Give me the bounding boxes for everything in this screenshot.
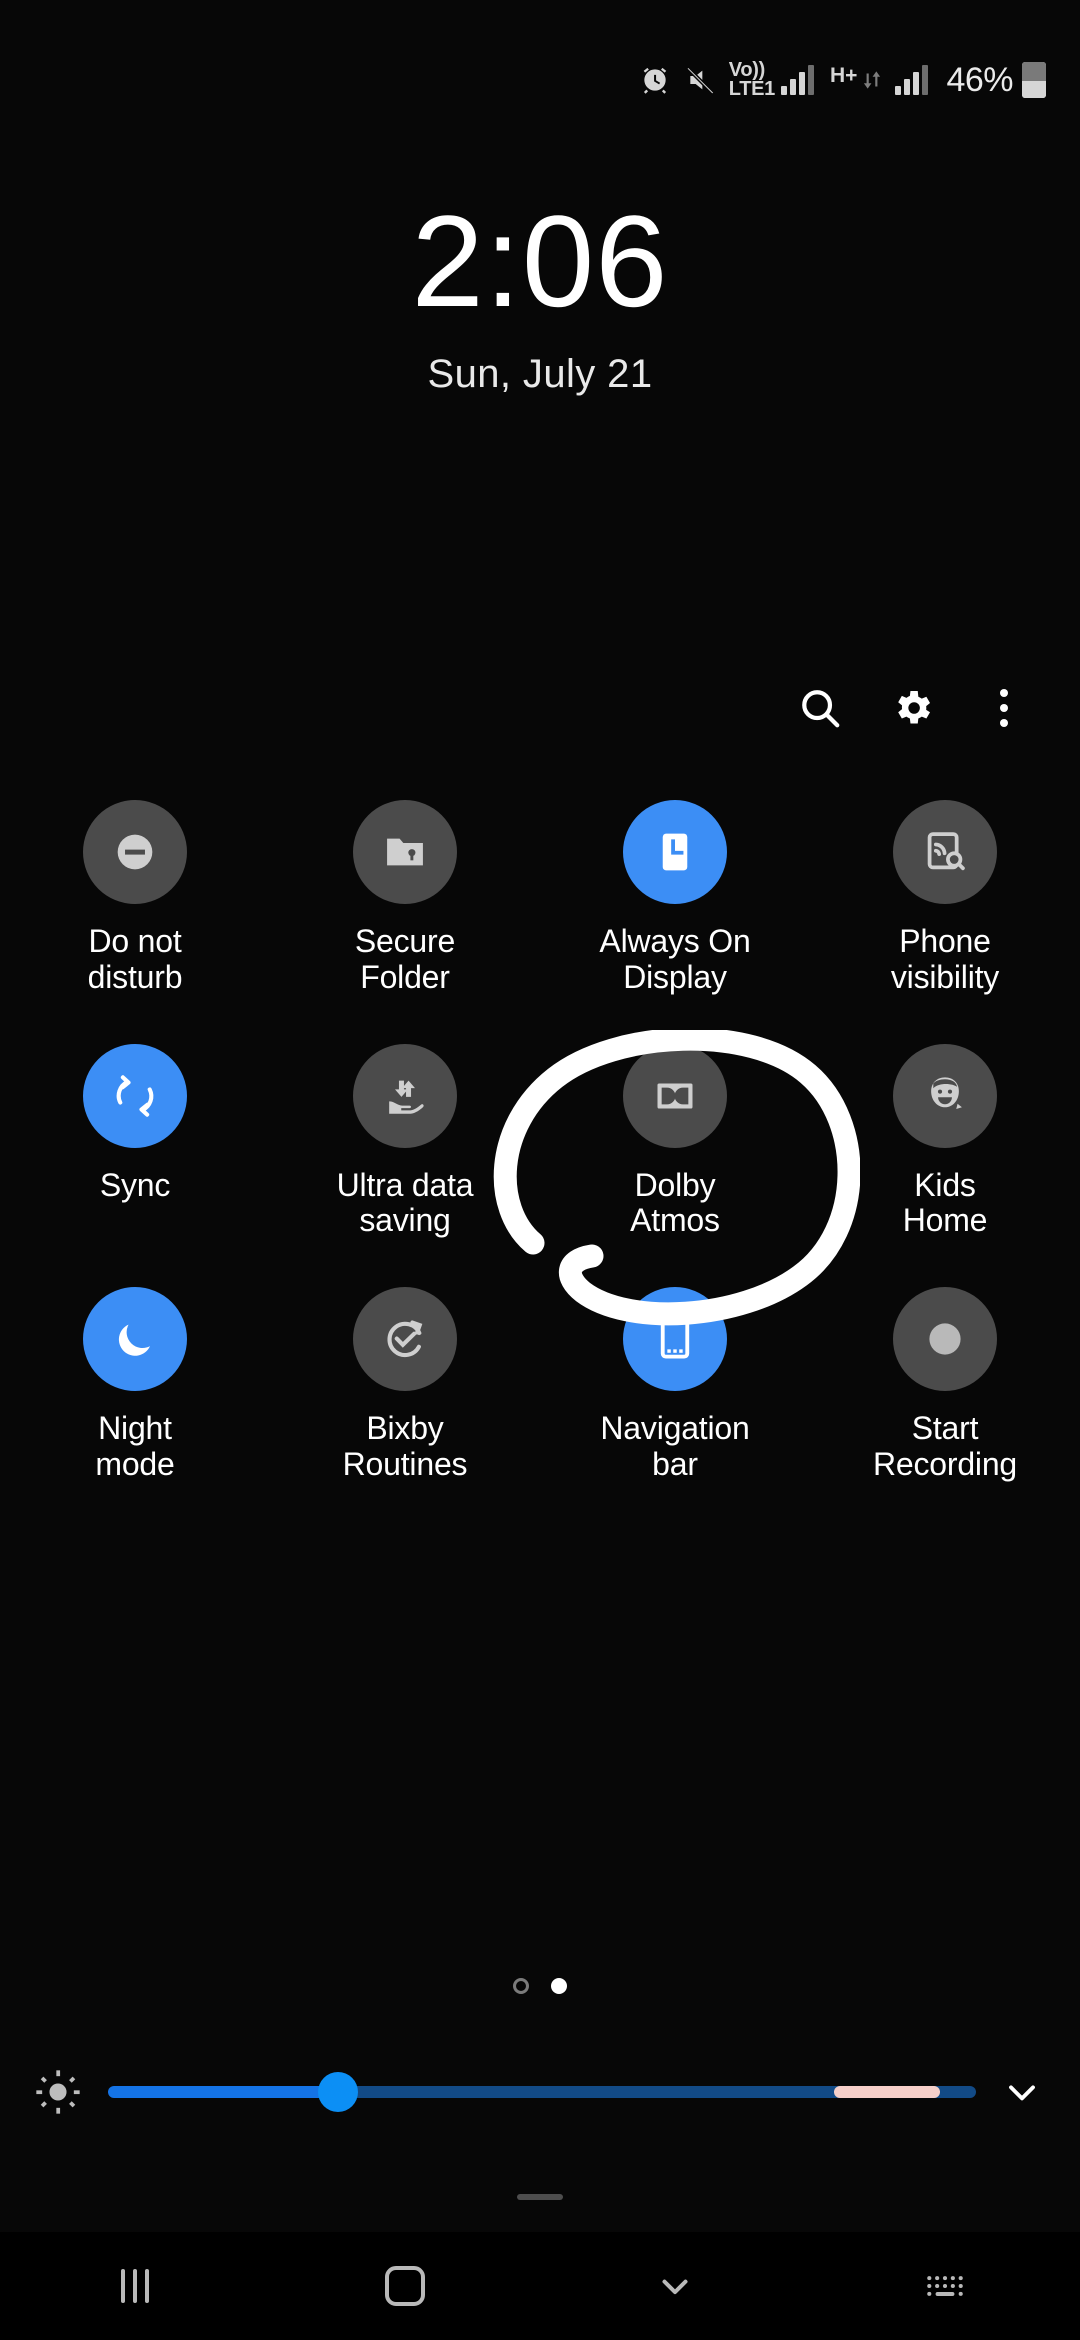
tile-label: Kids Home [902, 1166, 988, 1239]
page-indicator [0, 1978, 1080, 1994]
tile-start-recording[interactable]: Start Recording [810, 1287, 1080, 1483]
battery-percent-label: 46% [946, 60, 1013, 99]
battery-icon [1022, 62, 1046, 98]
sync-icon [83, 1043, 187, 1148]
do-not-disturb-icon [83, 800, 187, 904]
record-icon [893, 1287, 997, 1392]
signal-bars-sim2 [895, 65, 929, 95]
quick-settings-tile-grid: Do not disturb Secure Folder Always On D… [0, 800, 1080, 1483]
lockscreen-clock-area: 2:06 Sun, July 21 [0, 196, 1080, 397]
tile-row-2: Sync Ultra data saving Dolby Atmos Kids … [0, 1043, 1080, 1240]
clock-time: 2:06 [411, 188, 669, 334]
tile-ultra-data-saving[interactable]: Ultra data saving [270, 1043, 540, 1240]
quick-settings-screen: Vo)) LTE1 H+ 46% 2:06 Sun, July 21 Do no… [0, 0, 1080, 2340]
brightness-row [0, 2060, 1080, 2124]
tile-label: Secure Folder [354, 923, 456, 995]
volte-indicator: Vo)) LTE1 [728, 59, 776, 100]
recents-icon[interactable] [0, 2232, 270, 2340]
chevron-down-icon[interactable] [540, 2232, 810, 2340]
tile-phone-visibility[interactable]: Phone visibility [810, 800, 1080, 996]
slider-track-filled [108, 2086, 339, 2098]
tile-label: Phone visibility [890, 923, 1000, 995]
network-type-indicator: H+ [830, 65, 885, 96]
slider-blue-light-filter-range [833, 2086, 940, 2098]
tile-label: Bixby Routines [342, 1410, 468, 1483]
chevron-down-icon[interactable] [990, 2060, 1054, 2124]
dolby-atmos-icon [623, 1043, 727, 1148]
night-mode-icon [83, 1287, 187, 1392]
panel-drag-handle[interactable] [517, 2194, 563, 2200]
kids-home-icon [893, 1043, 997, 1148]
tile-night-mode[interactable]: Night mode [0, 1287, 270, 1483]
tile-label: Do not disturb [87, 923, 183, 995]
tile-label: Navigation bar [600, 1410, 750, 1483]
tile-secure-folder[interactable]: Secure Folder [270, 800, 540, 996]
tile-label: Ultra data saving [336, 1166, 474, 1239]
navigation-bar [0, 2232, 1080, 2340]
tile-bixby-routines[interactable]: Bixby Routines [270, 1287, 540, 1483]
mute-icon [685, 64, 717, 96]
tile-navigation-bar[interactable]: Navigation bar [540, 1287, 810, 1483]
navigation-bar-icon [623, 1287, 727, 1392]
tile-kids-home[interactable]: Kids Home [810, 1043, 1080, 1240]
tile-row-1: Do not disturb Secure Folder Always On D… [0, 800, 1080, 996]
slider-thumb[interactable] [318, 2072, 359, 2112]
tile-always-on-display[interactable]: Always On Display [540, 800, 810, 996]
keyboard-icon[interactable] [810, 2232, 1080, 2340]
gear-icon[interactable] [866, 662, 958, 754]
alarm-icon [639, 64, 671, 96]
bixby-routines-icon [353, 1287, 457, 1392]
home-icon[interactable] [270, 2232, 540, 2340]
phone-visibility-icon [893, 800, 997, 904]
brightness-icon[interactable] [26, 2060, 90, 2124]
more-vertical-icon[interactable] [958, 662, 1050, 754]
tile-label: Always On Display [599, 923, 751, 995]
signal-bars-sim1 [781, 65, 814, 95]
tile-label: Dolby Atmos [630, 1166, 720, 1239]
page-dot-2[interactable] [551, 1978, 567, 1994]
always-on-display-icon [623, 800, 727, 904]
page-dot-1[interactable] [513, 1978, 529, 1994]
tile-label: Night mode [95, 1410, 175, 1483]
clock-date: Sun, July 21 [427, 352, 653, 396]
brightness-slider[interactable] [108, 2072, 976, 2112]
tile-sync[interactable]: Sync [0, 1043, 270, 1240]
tile-label: Sync [99, 1166, 171, 1203]
tile-label: Start Recording [872, 1410, 1018, 1483]
tile-do-not-disturb[interactable]: Do not disturb [0, 800, 270, 996]
ultra-data-saving-icon [353, 1043, 457, 1148]
tile-row-3: Night mode Bixby Routines Navigation bar… [0, 1287, 1080, 1483]
secure-folder-icon [353, 800, 457, 904]
search-icon[interactable] [774, 662, 866, 754]
quick-settings-header-actions [774, 662, 1050, 754]
tile-dolby-atmos[interactable]: Dolby Atmos [540, 1043, 810, 1240]
status-bar: Vo)) LTE1 H+ 46% [0, 0, 1080, 160]
